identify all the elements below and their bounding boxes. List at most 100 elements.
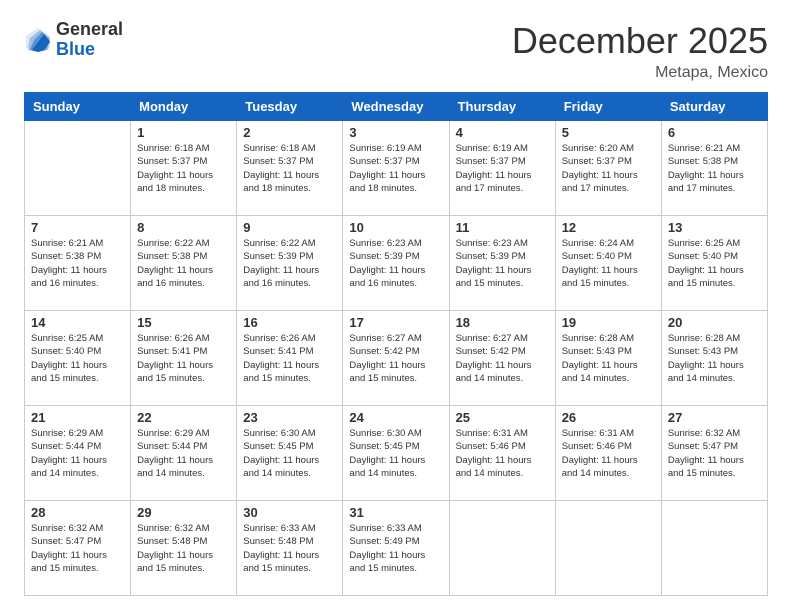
day-info: Sunrise: 6:26 AM Sunset: 5:41 PM Dayligh… <box>243 332 336 385</box>
day-info: Sunrise: 6:18 AM Sunset: 5:37 PM Dayligh… <box>137 142 230 195</box>
day-info: Sunrise: 6:33 AM Sunset: 5:49 PM Dayligh… <box>349 522 442 575</box>
weekday-header-thursday: Thursday <box>449 93 555 121</box>
day-info: Sunrise: 6:24 AM Sunset: 5:40 PM Dayligh… <box>562 237 655 290</box>
day-info: Sunrise: 6:26 AM Sunset: 5:41 PM Dayligh… <box>137 332 230 385</box>
day-number: 13 <box>668 220 761 235</box>
day-info: Sunrise: 6:22 AM Sunset: 5:39 PM Dayligh… <box>243 237 336 290</box>
calendar-cell: 20 Sunrise: 6:28 AM Sunset: 5:43 PM Dayli… <box>661 311 767 406</box>
day-info: Sunrise: 6:19 AM Sunset: 5:37 PM Dayligh… <box>456 142 549 195</box>
day-number: 8 <box>137 220 230 235</box>
calendar-cell: 3Sunrise: 6:19 AM Sunset: 5:37 PM Daylig… <box>343 121 449 216</box>
day-number: 26 <box>562 410 655 425</box>
day-number: 29 <box>137 505 230 520</box>
calendar-cell: 31Sunrise: 6:33 AM Sunset: 5:49 PM Dayli… <box>343 501 449 596</box>
calendar-cell: 13 Sunrise: 6:25 AM Sunset: 5:40 PM Dayli… <box>661 216 767 311</box>
day-info: Sunrise: 6:21 AM Sunset: 5:38 PM Dayligh… <box>668 142 761 195</box>
day-info: Sunrise: 6:32 AM Sunset: 5:48 PM Dayligh… <box>137 522 230 575</box>
calendar-cell: 1 Sunrise: 6:18 AM Sunset: 5:37 PM Daylig… <box>131 121 237 216</box>
day-number: 19 <box>562 315 655 330</box>
logo-icon <box>24 26 52 54</box>
day-number: 5 <box>562 125 655 140</box>
calendar-cell: 7Sunrise: 6:21 AM Sunset: 5:38 PM Daylig… <box>25 216 131 311</box>
calendar-cell: 5 Sunrise: 6:20 AM Sunset: 5:37 PM Daylig… <box>555 121 661 216</box>
calendar-cell: 10 Sunrise: 6:23 AM Sunset: 5:39 PM Dayli… <box>343 216 449 311</box>
day-info: Sunrise: 6:31 AM Sunset: 5:46 PM Dayligh… <box>456 427 549 480</box>
day-info: Sunrise: 6:25 AM Sunset: 5:40 PM Dayligh… <box>668 237 761 290</box>
weekday-header-friday: Friday <box>555 93 661 121</box>
calendar-cell <box>661 501 767 596</box>
day-info: Sunrise: 6:29 AM Sunset: 5:44 PM Dayligh… <box>31 427 124 480</box>
day-info: Sunrise: 6:18 AM Sunset: 5:37 PM Dayligh… <box>243 142 336 195</box>
day-number: 28 <box>31 505 124 520</box>
logo: General Blue <box>24 20 123 60</box>
day-info: Sunrise: 6:28 AM Sunset: 5:43 PM Dayligh… <box>668 332 761 385</box>
calendar-cell: 4 Sunrise: 6:19 AM Sunset: 5:37 PM Daylig… <box>449 121 555 216</box>
day-number: 17 <box>349 315 442 330</box>
weekday-header-saturday: Saturday <box>661 93 767 121</box>
day-number: 15 <box>137 315 230 330</box>
day-number: 18 <box>456 315 549 330</box>
calendar-cell: 27 Sunrise: 6:32 AM Sunset: 5:47 PM Dayli… <box>661 406 767 501</box>
title-block: December 2025 Metapa, Mexico <box>512 20 768 82</box>
calendar-cell <box>25 121 131 216</box>
day-info: Sunrise: 6:30 AM Sunset: 5:45 PM Dayligh… <box>243 427 336 480</box>
day-number: 21 <box>31 410 124 425</box>
day-info: Sunrise: 6:30 AM Sunset: 5:45 PM Dayligh… <box>349 427 442 480</box>
weekday-header-wednesday: Wednesday <box>343 93 449 121</box>
week-row-1: 1 Sunrise: 6:18 AM Sunset: 5:37 PM Daylig… <box>25 121 768 216</box>
day-number: 23 <box>243 410 336 425</box>
day-number: 22 <box>137 410 230 425</box>
calendar-cell: 6 Sunrise: 6:21 AM Sunset: 5:38 PM Daylig… <box>661 121 767 216</box>
week-row-5: 28 Sunrise: 6:32 AM Sunset: 5:47 PM Dayli… <box>25 501 768 596</box>
day-info: Sunrise: 6:33 AM Sunset: 5:48 PM Dayligh… <box>243 522 336 575</box>
day-number: 11 <box>456 220 549 235</box>
week-row-3: 14Sunrise: 6:25 AM Sunset: 5:40 PM Dayli… <box>25 311 768 406</box>
day-info: Sunrise: 6:23 AM Sunset: 5:39 PM Dayligh… <box>349 237 442 290</box>
day-number: 30 <box>243 505 336 520</box>
title-location: Metapa, Mexico <box>512 64 768 82</box>
day-info: Sunrise: 6:29 AM Sunset: 5:44 PM Dayligh… <box>137 427 230 480</box>
weekday-header-row: SundayMondayTuesdayWednesdayThursdayFrid… <box>25 93 768 121</box>
title-month: December 2025 <box>512 20 768 62</box>
calendar-cell: 25 Sunrise: 6:31 AM Sunset: 5:46 PM Dayli… <box>449 406 555 501</box>
day-info: Sunrise: 6:20 AM Sunset: 5:37 PM Dayligh… <box>562 142 655 195</box>
calendar-cell: 2 Sunrise: 6:18 AM Sunset: 5:37 PM Daylig… <box>237 121 343 216</box>
calendar-cell: 22 Sunrise: 6:29 AM Sunset: 5:44 PM Dayli… <box>131 406 237 501</box>
day-number: 12 <box>562 220 655 235</box>
day-info: Sunrise: 6:27 AM Sunset: 5:42 PM Dayligh… <box>349 332 442 385</box>
day-info: Sunrise: 6:32 AM Sunset: 5:47 PM Dayligh… <box>668 427 761 480</box>
day-number: 1 <box>137 125 230 140</box>
day-number: 6 <box>668 125 761 140</box>
week-row-4: 21 Sunrise: 6:29 AM Sunset: 5:44 PM Dayli… <box>25 406 768 501</box>
day-number: 7 <box>31 220 124 235</box>
calendar-cell: 21 Sunrise: 6:29 AM Sunset: 5:44 PM Dayli… <box>25 406 131 501</box>
day-info: Sunrise: 6:23 AM Sunset: 5:39 PM Dayligh… <box>456 237 549 290</box>
calendar-cell: 9Sunrise: 6:22 AM Sunset: 5:39 PM Daylig… <box>237 216 343 311</box>
calendar-cell: 15 Sunrise: 6:26 AM Sunset: 5:41 PM Dayli… <box>131 311 237 406</box>
day-number: 14 <box>31 315 124 330</box>
day-number: 20 <box>668 315 761 330</box>
day-number: 27 <box>668 410 761 425</box>
day-number: 2 <box>243 125 336 140</box>
calendar-cell: 14Sunrise: 6:25 AM Sunset: 5:40 PM Dayli… <box>25 311 131 406</box>
weekday-header-sunday: Sunday <box>25 93 131 121</box>
calendar-cell: 23 Sunrise: 6:30 AM Sunset: 5:45 PM Dayli… <box>237 406 343 501</box>
day-number: 10 <box>349 220 442 235</box>
day-number: 4 <box>456 125 549 140</box>
day-number: 24 <box>349 410 442 425</box>
day-info: Sunrise: 6:22 AM Sunset: 5:38 PM Dayligh… <box>137 237 230 290</box>
calendar-cell: 29 Sunrise: 6:32 AM Sunset: 5:48 PM Dayli… <box>131 501 237 596</box>
logo-text: General Blue <box>56 20 123 60</box>
calendar-cell <box>449 501 555 596</box>
calendar-cell: 24 Sunrise: 6:30 AM Sunset: 5:45 PM Dayli… <box>343 406 449 501</box>
day-number: 16 <box>243 315 336 330</box>
calendar-cell: 8 Sunrise: 6:22 AM Sunset: 5:38 PM Daylig… <box>131 216 237 311</box>
weekday-header-tuesday: Tuesday <box>237 93 343 121</box>
day-info: Sunrise: 6:32 AM Sunset: 5:47 PM Dayligh… <box>31 522 124 575</box>
calendar-table: SundayMondayTuesdayWednesdayThursdayFrid… <box>24 92 768 596</box>
day-info: Sunrise: 6:27 AM Sunset: 5:42 PM Dayligh… <box>456 332 549 385</box>
day-number: 25 <box>456 410 549 425</box>
calendar-cell: 18 Sunrise: 6:27 AM Sunset: 5:42 PM Dayli… <box>449 311 555 406</box>
day-info: Sunrise: 6:19 AM Sunset: 5:37 PM Dayligh… <box>349 142 442 195</box>
calendar-cell: 28 Sunrise: 6:32 AM Sunset: 5:47 PM Dayli… <box>25 501 131 596</box>
